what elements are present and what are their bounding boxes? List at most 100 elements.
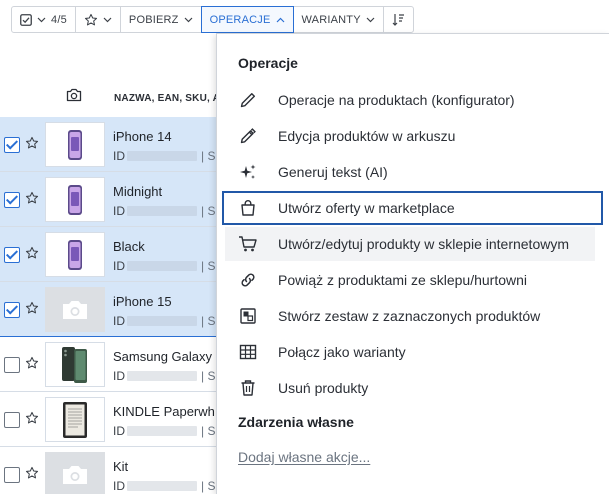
sku-separator: | S <box>201 259 216 273</box>
redacted-id <box>127 316 197 326</box>
id-label: ID <box>113 479 125 493</box>
star-icon[interactable] <box>25 301 39 315</box>
product-thumbnail[interactable] <box>45 452 105 494</box>
kindle-image <box>63 401 87 438</box>
sku-separator: | S <box>201 204 216 218</box>
sku-separator: | S <box>201 479 216 493</box>
product-name[interactable]: Midnight <box>113 184 162 199</box>
menu-item-label: Usuń produkty <box>278 380 369 396</box>
redacted-id <box>127 206 197 216</box>
download-label: POBIERZ <box>128 13 179 26</box>
id-label: ID <box>113 259 125 273</box>
selection-count: 4/5 <box>51 13 67 26</box>
row-checkbox[interactable] <box>4 412 20 428</box>
section-heading-operations: Operacje <box>238 55 298 71</box>
product-thumbnail[interactable] <box>45 232 105 277</box>
menu-item-label: Edycja produktów w arkuszu <box>278 128 456 144</box>
sort-icon <box>392 14 404 26</box>
row-checkbox[interactable] <box>4 192 20 208</box>
id-label: ID <box>113 204 125 218</box>
menu-item-create-marketplace-offers[interactable]: Utwórz oferty w marketplace <box>222 191 603 225</box>
menu-item-link-products[interactable]: Powiąż z produktami ze sklepu/hurtowni <box>225 263 609 297</box>
menu-item-merge-variants[interactable]: Połącz jako warianty <box>225 335 609 369</box>
row-checkbox[interactable] <box>4 467 20 483</box>
trash-icon <box>237 378 259 398</box>
menu-item-label: Operacje na produktach (konfigurator) <box>278 92 515 108</box>
menu-item-shop-products[interactable]: Utwórz/edytuj produkty w sklepie interne… <box>225 227 595 261</box>
variants-menu-button[interactable]: WARIANTY <box>294 7 384 32</box>
download-menu-button[interactable]: POBIERZ <box>121 7 202 32</box>
menu-item-label: Powiąż z produktami ze sklepu/hurtowni <box>278 272 528 288</box>
product-name[interactable]: iPhone 15 <box>113 294 172 309</box>
operations-menu-button[interactable]: OPERACJE <box>200 6 294 33</box>
toolbar: 4/5 POBIERZ OPERACJE WARIANTY <box>11 6 414 33</box>
redacted-id <box>127 371 197 381</box>
product-id: ID | S <box>113 259 219 273</box>
menu-item-configurator[interactable]: Operacje na produktach (konfigurator) <box>225 83 609 117</box>
product-id: ID | S <box>113 204 219 218</box>
variants-label: WARIANTY <box>301 13 361 26</box>
camera-placeholder-icon <box>63 465 87 484</box>
product-id: ID | S <box>113 424 219 438</box>
product-thumbnail[interactable] <box>45 287 105 332</box>
id-label: ID <box>113 314 125 328</box>
menu-item-generate-text[interactable]: Generuj tekst (AI) <box>225 155 609 189</box>
grid-icon <box>237 342 259 362</box>
bundle-icon <box>237 306 259 326</box>
sparkles-icon <box>237 162 259 182</box>
redacted-id <box>127 261 197 271</box>
sku-separator: | S <box>201 369 216 383</box>
product-thumbnail[interactable] <box>45 122 105 167</box>
section-heading-custom-events: Zdarzenia własne <box>238 414 354 430</box>
operations-dropdown: Operacje Operacje na produktach (konfigu… <box>216 33 609 494</box>
id-label: ID <box>113 424 125 438</box>
link-icon <box>237 270 259 290</box>
redacted-id <box>127 151 197 161</box>
row-checkbox[interactable] <box>4 302 20 318</box>
product-thumbnail[interactable] <box>45 177 105 222</box>
sort-button[interactable] <box>384 7 413 32</box>
row-checkbox[interactable] <box>4 357 20 373</box>
select-all-control[interactable]: 4/5 <box>12 7 76 32</box>
product-id: ID | S <box>113 149 219 163</box>
menu-item-delete-products[interactable]: Usuń produkty <box>225 371 609 405</box>
star-icon[interactable] <box>25 246 39 260</box>
shopping-bag-icon <box>237 198 259 218</box>
checkbox-icon <box>20 13 32 26</box>
chevron-up-icon <box>276 17 284 22</box>
row-checkbox[interactable] <box>4 247 20 263</box>
menu-item-create-bundle[interactable]: Stwórz zestaw z zaznaczonych produktów <box>225 299 609 333</box>
menu-item-label: Utwórz/edytuj produkty w sklepie interne… <box>278 236 570 252</box>
add-custom-action-link[interactable]: Dodaj własne akcje... <box>238 449 370 465</box>
star-icon[interactable] <box>25 136 39 150</box>
menu-item-label: Połącz jako warianty <box>278 344 406 360</box>
product-name[interactable]: KINDLE Paperwh <box>113 404 215 419</box>
id-label: ID <box>113 149 125 163</box>
chevron-down-icon <box>366 17 375 22</box>
phone-image <box>68 184 82 215</box>
menu-item-label: Generuj tekst (AI) <box>278 164 388 180</box>
star-icon[interactable] <box>25 466 39 480</box>
name-column-header[interactable]: NAZWA, EAN, SKU, A <box>114 93 220 104</box>
cart-icon <box>237 234 259 254</box>
product-id: ID | S <box>113 369 219 383</box>
product-name[interactable]: Black <box>113 239 145 254</box>
star-icon[interactable] <box>25 191 39 205</box>
star-icon[interactable] <box>25 411 39 425</box>
star-icon[interactable] <box>25 356 39 370</box>
product-name[interactable]: Kit <box>113 459 128 474</box>
product-name[interactable]: iPhone 14 <box>113 129 172 144</box>
redacted-id <box>127 426 197 436</box>
redacted-id <box>127 481 197 491</box>
product-thumbnail[interactable] <box>45 397 105 442</box>
menu-item-sheet-edit[interactable]: Edycja produktów w arkuszu <box>225 119 609 153</box>
chevron-down-icon <box>103 17 112 22</box>
menu-item-label: Utwórz oferty w marketplace <box>278 200 455 216</box>
star-icon <box>84 13 97 25</box>
sku-separator: | S <box>201 149 216 163</box>
favorite-filter-button[interactable] <box>76 7 121 32</box>
row-checkbox[interactable] <box>4 137 20 153</box>
chevron-down-icon <box>184 17 193 22</box>
product-thumbnail[interactable] <box>45 342 105 387</box>
product-name[interactable]: Samsung Galaxy <box>113 349 212 364</box>
